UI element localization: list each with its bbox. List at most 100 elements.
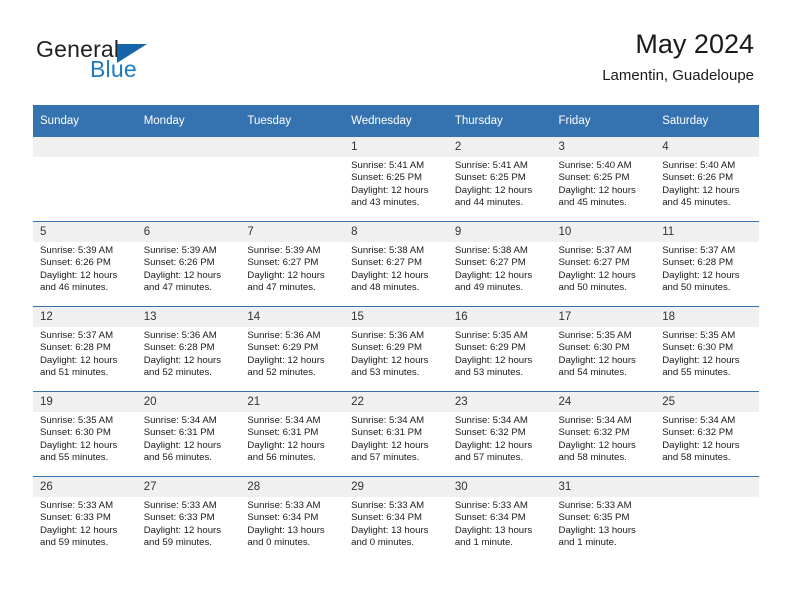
sunrise-text: Sunrise: 5:34 AM	[662, 415, 736, 426]
day-cell[interactable]: 8 Sunrise: 5:38 AM Sunset: 6:27 PM Dayli…	[344, 221, 448, 307]
daylight-text-line1: Daylight: 12 hours	[351, 269, 429, 281]
day-cell[interactable]: 26 Sunrise: 5:33 AM Sunset: 6:33 PM Dayl…	[33, 476, 137, 561]
day-cell[interactable]: 12 Sunrise: 5:37 AM Sunset: 6:28 PM Dayl…	[33, 306, 137, 392]
day-details: Sunrise: 5:33 AM Sunset: 6:34 PM Dayligh…	[240, 497, 344, 549]
day-number: 31	[551, 477, 656, 497]
daylight-text-line1: Daylight: 12 hours	[143, 524, 222, 536]
sunset-text: Sunset: 6:31 PM	[247, 427, 319, 439]
day-cell[interactable]: 29 Sunrise: 5:33 AM Sunset: 6:34 PM Dayl…	[344, 476, 448, 561]
day-cell[interactable]: 9 Sunrise: 5:38 AM Sunset: 6:27 PM Dayli…	[447, 221, 552, 307]
day-details: Sunrise: 5:41 AM Sunset: 6:25 PM Dayligh…	[448, 157, 552, 209]
daylight-text-line2: and 51 minutes.	[40, 366, 109, 378]
daylight-text-line2: and 0 minutes.	[247, 536, 311, 548]
day-cell[interactable]: 4 Sunrise: 5:40 AM Sunset: 6:26 PM Dayli…	[655, 137, 759, 222]
day-cell[interactable]: 2 Sunrise: 5:41 AM Sunset: 6:25 PM Dayli…	[447, 137, 552, 222]
sunrise-text: Sunrise: 5:34 AM	[143, 415, 217, 426]
daylight-text-line1: Daylight: 12 hours	[558, 269, 636, 281]
sunrise-text: Sunrise: 5:33 AM	[351, 500, 425, 511]
day-details: Sunrise: 5:34 AM Sunset: 6:31 PM Dayligh…	[137, 412, 241, 464]
day-cell[interactable]: 23 Sunrise: 5:34 AM Sunset: 6:32 PM Dayl…	[447, 391, 552, 477]
day-details: Sunrise: 5:39 AM Sunset: 6:27 PM Dayligh…	[240, 242, 344, 294]
day-cell[interactable]: 25 Sunrise: 5:34 AM Sunset: 6:32 PM Dayl…	[655, 391, 759, 477]
calendar-body: 1 Sunrise: 5:41 AM Sunset: 6:25 PM Dayli…	[33, 137, 759, 561]
day-number: 9	[447, 222, 552, 242]
day-cell[interactable]: 19 Sunrise: 5:35 AM Sunset: 6:30 PM Dayl…	[33, 391, 137, 477]
weekday-header-tuesday: Tuesday	[240, 105, 345, 137]
day-cell[interactable]	[136, 137, 241, 222]
daylight-text-line2: and 59 minutes.	[143, 536, 212, 548]
sunrise-text: Sunrise: 5:35 AM	[454, 330, 528, 341]
day-number: 3	[551, 137, 656, 157]
day-number: 30	[447, 477, 552, 497]
day-number: 13	[136, 307, 241, 327]
day-cell[interactable]: 15 Sunrise: 5:36 AM Sunset: 6:29 PM Dayl…	[344, 306, 448, 392]
daylight-text-line1: Daylight: 12 hours	[558, 184, 636, 196]
day-number: 22	[344, 392, 448, 412]
sunrise-text: Sunrise: 5:33 AM	[454, 500, 528, 511]
sunrise-text: Sunrise: 5:40 AM	[558, 160, 632, 171]
day-cell[interactable]: 5 Sunrise: 5:39 AM Sunset: 6:26 PM Dayli…	[33, 221, 137, 307]
day-cell[interactable]	[33, 137, 137, 222]
day-cell[interactable]: 16 Sunrise: 5:35 AM Sunset: 6:29 PM Dayl…	[447, 306, 552, 392]
day-cell[interactable]: 6 Sunrise: 5:39 AM Sunset: 6:26 PM Dayli…	[136, 221, 241, 307]
daylight-text-line1: Daylight: 12 hours	[40, 269, 118, 281]
day-cell[interactable]: 30 Sunrise: 5:33 AM Sunset: 6:34 PM Dayl…	[447, 476, 552, 561]
day-details: Sunrise: 5:34 AM Sunset: 6:31 PM Dayligh…	[240, 412, 344, 464]
day-number: 4	[655, 137, 759, 157]
sunrise-text: Sunrise: 5:37 AM	[40, 330, 114, 341]
day-number: 19	[33, 392, 137, 412]
day-details: Sunrise: 5:37 AM Sunset: 6:28 PM Dayligh…	[33, 327, 137, 379]
day-details: Sunrise: 5:34 AM Sunset: 6:32 PM Dayligh…	[655, 412, 759, 464]
sunset-text: Sunset: 6:35 PM	[558, 512, 630, 524]
day-cell[interactable]: 17 Sunrise: 5:35 AM Sunset: 6:30 PM Dayl…	[551, 306, 656, 392]
sunset-text: Sunset: 6:32 PM	[662, 427, 734, 439]
sunrise-text: Sunrise: 5:39 AM	[143, 245, 217, 256]
day-cell[interactable]: 24 Sunrise: 5:34 AM Sunset: 6:32 PM Dayl…	[551, 391, 656, 477]
sunset-text: Sunset: 6:34 PM	[351, 512, 423, 524]
sunrise-text: Sunrise: 5:33 AM	[247, 500, 321, 511]
sunset-text: Sunset: 6:30 PM	[558, 342, 630, 354]
day-number: 28	[240, 477, 345, 497]
daylight-text-line2: and 55 minutes.	[662, 366, 731, 378]
day-cell[interactable]: 1 Sunrise: 5:41 AM Sunset: 6:25 PM Dayli…	[344, 137, 448, 222]
day-cell[interactable]: 14 Sunrise: 5:36 AM Sunset: 6:29 PM Dayl…	[240, 306, 345, 392]
sunset-text: Sunset: 6:31 PM	[143, 427, 215, 439]
daylight-text-line2: and 58 minutes.	[662, 451, 731, 463]
day-cell[interactable]: 27 Sunrise: 5:33 AM Sunset: 6:33 PM Dayl…	[136, 476, 241, 561]
sunset-text: Sunset: 6:29 PM	[454, 342, 526, 354]
weekday-header-row: Sunday Monday Tuesday Wednesday Thursday…	[33, 105, 759, 137]
daylight-text-line2: and 49 minutes.	[454, 281, 524, 293]
daylight-text-line2: and 47 minutes.	[247, 281, 316, 293]
sunrise-text: Sunrise: 5:38 AM	[454, 245, 528, 256]
sunset-text: Sunset: 6:34 PM	[454, 512, 526, 524]
day-cell[interactable]: 7 Sunrise: 5:39 AM Sunset: 6:27 PM Dayli…	[240, 221, 345, 307]
day-cell[interactable]: 22 Sunrise: 5:34 AM Sunset: 6:31 PM Dayl…	[344, 391, 448, 477]
page-title: May 2024	[635, 29, 754, 59]
day-number: 17	[551, 307, 656, 327]
logo-text-blue: Blue	[90, 56, 137, 82]
daylight-text-line1: Daylight: 12 hours	[454, 439, 533, 451]
day-cell[interactable]: 13 Sunrise: 5:36 AM Sunset: 6:28 PM Dayl…	[136, 306, 241, 392]
daylight-text-line1: Daylight: 12 hours	[351, 439, 429, 451]
day-number	[136, 137, 241, 157]
day-cell[interactable]: 3 Sunrise: 5:40 AM Sunset: 6:25 PM Dayli…	[551, 137, 656, 222]
daylight-text-line1: Daylight: 12 hours	[247, 354, 325, 366]
day-number: 26	[33, 477, 137, 497]
sunrise-text: Sunrise: 5:41 AM	[351, 160, 425, 171]
daylight-text-line1: Daylight: 13 hours	[558, 524, 636, 536]
day-details: Sunrise: 5:33 AM Sunset: 6:35 PM Dayligh…	[552, 497, 656, 549]
sunset-text: Sunset: 6:25 PM	[351, 172, 423, 184]
day-details	[655, 497, 759, 500]
day-cell[interactable]: 31 Sunrise: 5:33 AM Sunset: 6:35 PM Dayl…	[551, 476, 656, 561]
day-cell[interactable]	[655, 476, 759, 561]
day-cell[interactable]: 28 Sunrise: 5:33 AM Sunset: 6:34 PM Dayl…	[240, 476, 345, 561]
day-cell[interactable]	[240, 137, 345, 222]
day-cell[interactable]: 18 Sunrise: 5:35 AM Sunset: 6:30 PM Dayl…	[655, 306, 759, 392]
sunrise-text: Sunrise: 5:40 AM	[662, 160, 736, 171]
day-cell[interactable]: 10 Sunrise: 5:37 AM Sunset: 6:27 PM Dayl…	[551, 221, 656, 307]
daylight-text-line1: Daylight: 12 hours	[40, 439, 118, 451]
sunset-text: Sunset: 6:26 PM	[40, 257, 111, 269]
day-cell[interactable]: 20 Sunrise: 5:34 AM Sunset: 6:31 PM Dayl…	[136, 391, 241, 477]
day-cell[interactable]: 21 Sunrise: 5:34 AM Sunset: 6:31 PM Dayl…	[240, 391, 345, 477]
day-cell[interactable]: 11 Sunrise: 5:37 AM Sunset: 6:28 PM Dayl…	[655, 221, 759, 307]
